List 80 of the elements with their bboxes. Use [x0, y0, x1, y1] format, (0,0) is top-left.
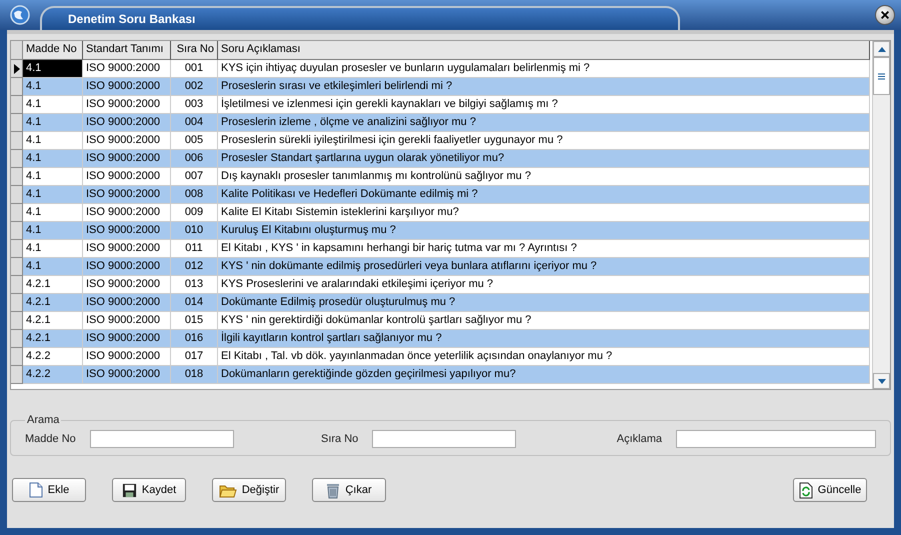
- group-title: Arama: [26, 414, 60, 426]
- table-cell: ISO 9000:2000: [83, 114, 171, 132]
- table-cell: Dokümante Edilmiş prosedür oluşturulmuş mu ?: [218, 294, 870, 312]
- column-header[interactable]: Sıra No: [171, 41, 218, 60]
- table-cell: Dokümanların gerektiğinde gözden geçirilmesi yapılıyor mu?: [218, 366, 870, 384]
- row-pointer-icon: [14, 64, 20, 74]
- table-cell: 4.1: [23, 60, 83, 78]
- table-cell: 018: [171, 366, 218, 384]
- table-cell: 4.1: [23, 78, 83, 96]
- table-cell: 4.2.2: [23, 366, 83, 384]
- close-icon: [880, 10, 890, 20]
- table-cell: Proseslerin sırası ve etkileşimleri belirlendi mi ?: [218, 78, 870, 96]
- table-row[interactable]: 4.1 ISO 9000:2000 008 Kalite Politikası ve Hedefleri Dokümante edilmiş mi ?: [11, 186, 870, 204]
- table-row[interactable]: 4.2.1 ISO 9000:2000 016 İlgili kayıtların kontrol şartları sağlanıyor mu ?: [11, 330, 870, 348]
- scroll-up-button[interactable]: [873, 41, 890, 57]
- table-cell: İlgili kayıtların kontrol şartları sağlanıyor mu ?: [218, 330, 870, 348]
- table-cell: Prosesler Standart şartlarına uygun olarak yönetiliyor mu?: [218, 150, 870, 168]
- action-button[interactable]: Güncelle: [793, 478, 867, 502]
- table-cell: 4.1: [23, 186, 83, 204]
- table-cell: ISO 9000:2000: [83, 222, 171, 240]
- window-title: Denetim Soru Bankası: [68, 12, 196, 26]
- table-cell: 010: [171, 222, 218, 240]
- table-cell: KYS ' nin dokümante edilmiş prosedürleri veya bunlara atıflarını içeriyor mu ?: [218, 258, 870, 276]
- field-label: Açıklama: [616, 433, 662, 445]
- table-cell: ISO 9000:2000: [83, 78, 171, 96]
- table-row[interactable]: 4.2.1 ISO 9000:2000 014 Dokümante Edilmiş prosedür oluşturulmuş mu ?: [11, 294, 870, 312]
- table-row[interactable]: 4.2.2 ISO 9000:2000 018 Dokümanların gerektiğinde gözden geçirilmesi yapılıyor mu?: [11, 366, 870, 384]
- field-label: Sıra No: [321, 433, 358, 445]
- table-cell: 4.1: [23, 258, 83, 276]
- row-header[interactable]: [11, 60, 23, 78]
- table-cell: ISO 9000:2000: [83, 294, 171, 312]
- table-cell: Proseslerin izleme , ölçme ve analizini sağlıyor mu ?: [218, 114, 870, 132]
- input-field[interactable]: [372, 430, 516, 448]
- action-button[interactable]: Kaydet: [112, 478, 186, 502]
- table-cell: 014: [171, 294, 218, 312]
- scroll-down-button[interactable]: [873, 373, 890, 389]
- table-cell: 016: [171, 330, 218, 348]
- input-field[interactable]: [90, 430, 234, 448]
- grip-icon: [878, 72, 885, 80]
- action-button[interactable]: Değiştir: [212, 478, 286, 502]
- table-cell: 008: [171, 186, 218, 204]
- table-cell: ISO 9000:2000: [83, 330, 171, 348]
- table-cell: Kalite Politikası ve Hedefleri Dokümante edilmiş mi ?: [218, 186, 870, 204]
- close-button[interactable]: [875, 5, 895, 25]
- column-header[interactable]: Madde No: [23, 41, 83, 60]
- table-cell: ISO 9000:2000: [83, 150, 171, 168]
- refresh-icon: [798, 482, 813, 498]
- table-cell: ISO 9000:2000: [83, 258, 171, 276]
- corner-header: [11, 41, 23, 60]
- table-cell: 012: [171, 258, 218, 276]
- table-cell: 4.1: [23, 114, 83, 132]
- field-label: Madde No: [25, 433, 76, 445]
- table-cell: 4.1: [23, 150, 83, 168]
- table-cell: ISO 9000:2000: [83, 186, 171, 204]
- column-header[interactable]: Soru Açıklaması: [218, 41, 870, 60]
- table-cell: 002: [171, 78, 218, 96]
- table-cell: 4.2.1: [23, 294, 83, 312]
- action-button[interactable]: Ekle: [12, 478, 86, 502]
- table-cell: 4.2.1: [23, 330, 83, 348]
- globe-icon: [10, 5, 30, 25]
- table-cell: 004: [171, 114, 218, 132]
- scroll-thumb[interactable]: [873, 57, 890, 95]
- table-row[interactable]: 4.1 ISO 9000:2000 004 Proseslerin izleme , ölçme ve analizini sağlıyor mu ?: [11, 114, 870, 132]
- down-arrow-icon: [878, 378, 886, 384]
- table-cell: ISO 9000:2000: [83, 366, 171, 384]
- trash-can-icon: [326, 482, 340, 498]
- table-cell: Kuruluş El Kitabını oluşturmuş mu ?: [218, 222, 870, 240]
- table-row[interactable]: 4.1 ISO 9000:2000 010 Kuruluş El Kitabını oluşturmuş mu ?: [11, 222, 870, 240]
- table-row[interactable]: 4.1 ISO 9000:2000 012 KYS ' nin dokümante edilmiş prosedürleri veya bunlara atıflarını içeriyor mu ?: [11, 258, 870, 276]
- table-row[interactable]: 4.1 ISO 9000:2000 006 Prosesler Standart şartlarına uygun olarak yönetiliyor mu?: [11, 150, 870, 168]
- document-icon: [28, 482, 43, 498]
- up-arrow-icon: [878, 46, 886, 52]
- table-cell: 4.1: [23, 222, 83, 240]
- input-field[interactable]: [676, 430, 876, 448]
- table-row[interactable]: 4.1 ISO 9000:2000 002 Proseslerin sırası ve etkileşimleri belirlendi mi ?: [11, 78, 870, 96]
- scrollbar[interactable]: [872, 41, 890, 389]
- column-header[interactable]: Standart Tanımı: [83, 41, 171, 60]
- folder-icon: [218, 482, 237, 498]
- table-cell: 006: [171, 150, 218, 168]
- action-button[interactable]: Çıkar: [312, 478, 386, 502]
